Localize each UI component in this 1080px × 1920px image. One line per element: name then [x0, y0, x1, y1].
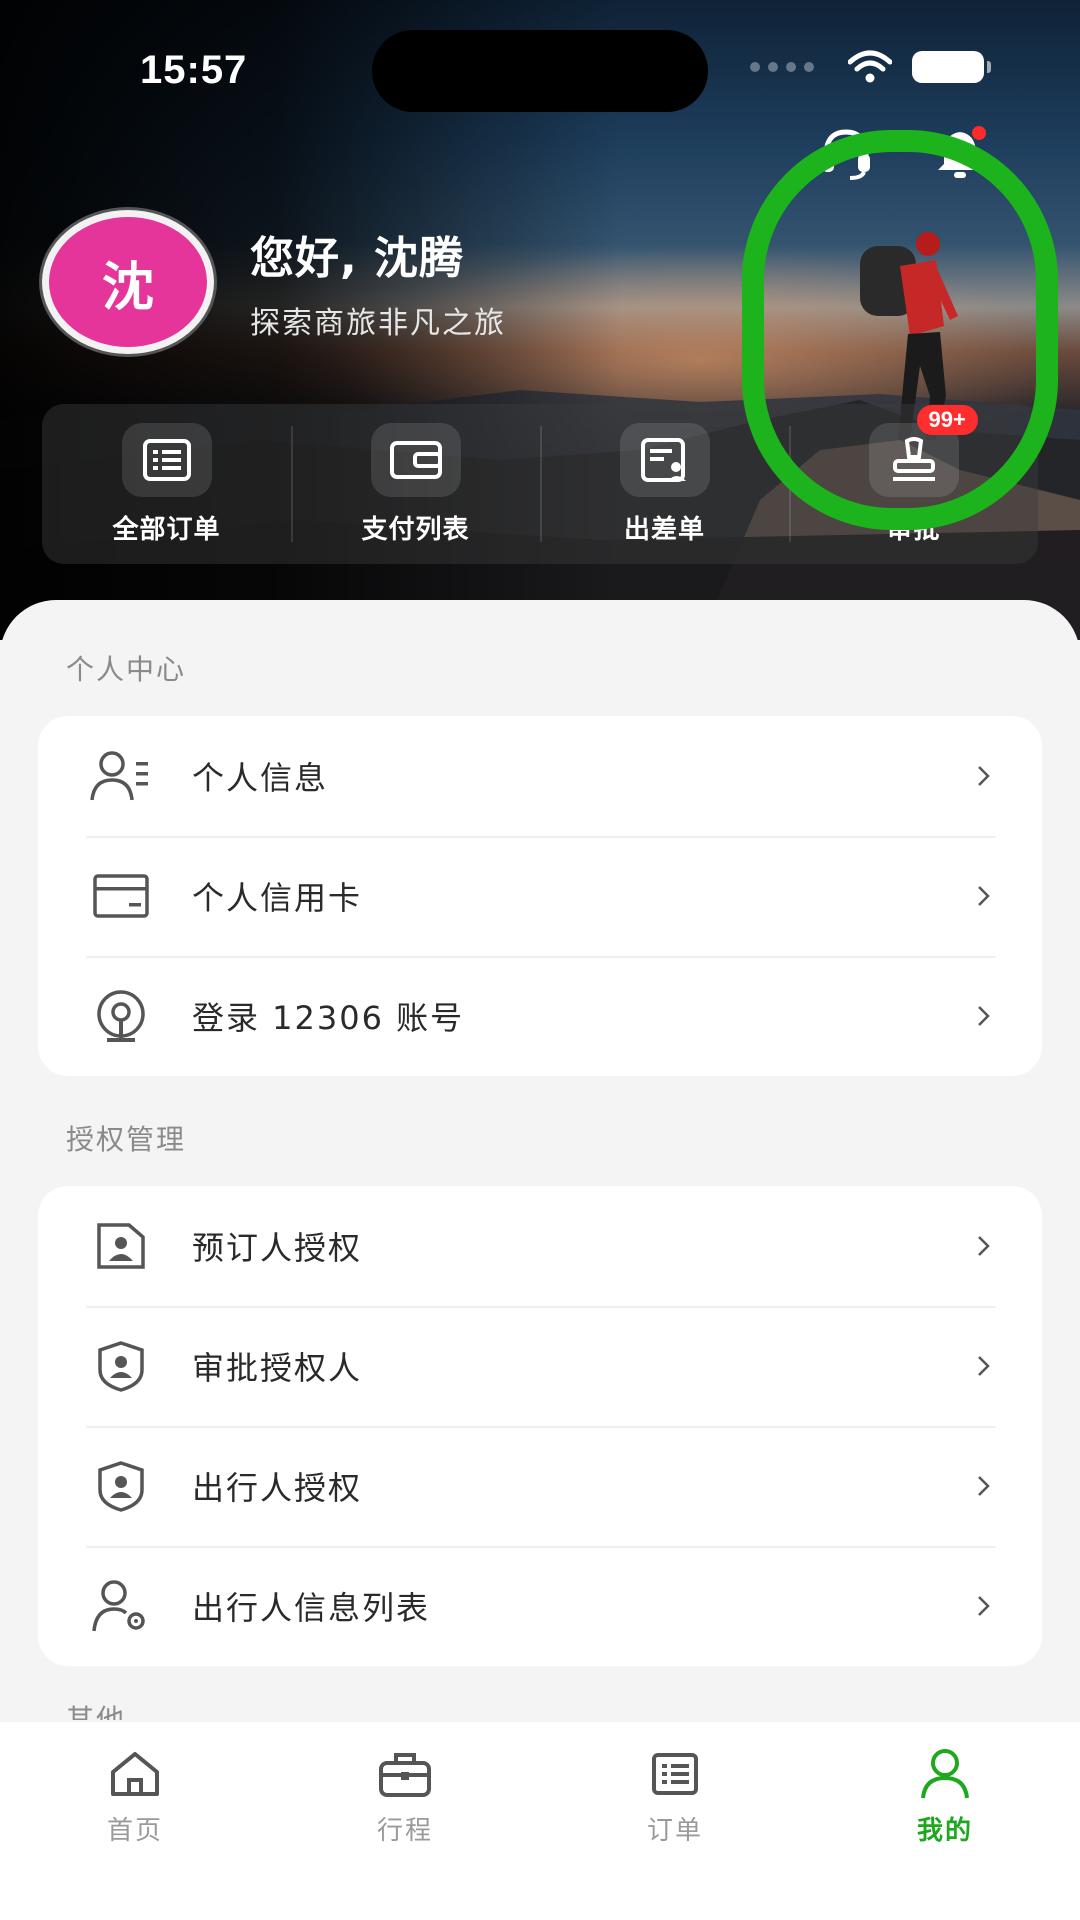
approval-badge: 99+	[916, 404, 978, 435]
tab-label: 首页	[106, 1816, 163, 1846]
signal-icon	[750, 62, 814, 72]
status-time: 15:57	[140, 48, 248, 92]
row-credit-card[interactable]: 个人信用卡	[38, 836, 1042, 956]
row-label: 审批授权人	[192, 1349, 363, 1387]
business-trip-form-icon	[640, 437, 686, 482]
bottom-tab-bar: 首页 行程 订单 我的	[0, 1722, 1080, 1920]
content-sheet: 个人中心 个人信息 个人信用卡 登录 12306 账号 授权管理 预订人授权 审…	[0, 600, 1080, 1720]
chevron-right-icon	[978, 1596, 990, 1616]
row-label: 出行人信息列表	[192, 1589, 431, 1627]
chevron-right-icon	[978, 886, 990, 906]
row-booker-authorization[interactable]: 预订人授权	[38, 1186, 1042, 1306]
notifications-button[interactable]	[932, 126, 988, 182]
customer-service-button[interactable]	[818, 126, 874, 182]
dynamic-island	[372, 30, 708, 112]
briefcase-icon	[379, 1753, 431, 1797]
authorization-card: 预订人授权 审批授权人 出行人授权 出行人信息列表	[38, 1186, 1042, 1666]
quick-label: 审批	[886, 514, 941, 545]
row-label: 预订人授权	[192, 1229, 363, 1267]
railway-icon	[97, 990, 145, 1042]
tab-home[interactable]: 首页	[0, 1722, 270, 1920]
tab-label: 订单	[646, 1816, 703, 1846]
quick-actions-panel: 全部订单 支付列表 出差单 99+ 审批	[42, 404, 1038, 564]
top-actions	[818, 126, 988, 182]
chevron-right-icon	[978, 1006, 990, 1026]
chevron-right-icon	[978, 766, 990, 786]
battery-icon	[912, 51, 991, 83]
row-label: 出行人授权	[192, 1469, 363, 1507]
row-label: 登录 12306 账号	[192, 999, 465, 1037]
home-icon	[111, 1752, 159, 1796]
status-icons	[750, 50, 991, 84]
chevron-right-icon	[978, 1236, 990, 1256]
tab-label: 我的	[916, 1816, 973, 1846]
tab-mine[interactable]: 我的	[810, 1722, 1080, 1920]
section-title-personal: 个人中心	[66, 653, 187, 686]
wifi-icon	[848, 50, 892, 83]
avatar[interactable]: 沈	[42, 210, 214, 354]
quick-label: 出差单	[623, 514, 705, 545]
approver-shield-icon	[98, 1341, 144, 1392]
wallet-icon	[389, 440, 442, 479]
section-title-other: 其他	[66, 1703, 127, 1720]
quick-all-orders[interactable]: 全部订单	[42, 404, 291, 564]
booker-id-icon	[97, 1223, 145, 1269]
quick-label: 全部订单	[112, 514, 221, 545]
chevron-right-icon	[978, 1356, 990, 1376]
chevron-right-icon	[978, 1476, 990, 1496]
tab-itinerary[interactable]: 行程	[270, 1722, 540, 1920]
section-title-authorization: 授权管理	[66, 1123, 187, 1156]
greeting-subtitle: 探索商旅非凡之旅	[250, 306, 506, 341]
order-list-icon	[142, 438, 191, 481]
row-12306-login[interactable]: 登录 12306 账号	[38, 956, 1042, 1076]
user-info-icon	[90, 751, 148, 801]
credit-card-icon	[93, 874, 149, 918]
notification-dot	[972, 126, 986, 140]
personal-center-card: 个人信息 个人信用卡 登录 12306 账号	[38, 716, 1042, 1076]
traveler-shield-icon	[98, 1461, 144, 1512]
quick-payment-list[interactable]: 支付列表	[291, 404, 540, 564]
quick-approval[interactable]: 99+ 审批	[789, 404, 1038, 564]
traveler-settings-icon	[92, 1580, 145, 1632]
row-label: 个人信用卡	[192, 879, 363, 917]
profile-block[interactable]: 沈 您好, 沈腾 探索商旅非凡之旅	[42, 210, 506, 354]
greeting-title: 您好, 沈腾	[250, 233, 465, 284]
hero-header: 15:57 沈 您好, 沈腾 探索商旅非凡之旅 全部订单 支付列表 出差单 99…	[0, 0, 1080, 640]
row-approver-authorization[interactable]: 审批授权人	[38, 1306, 1042, 1426]
quick-label: 支付列表	[361, 514, 470, 545]
approval-stamp-icon	[892, 436, 935, 481]
headset-icon	[822, 129, 870, 180]
order-icon	[652, 1753, 698, 1795]
row-personal-info[interactable]: 个人信息	[38, 716, 1042, 836]
profile-icon	[921, 1749, 969, 1799]
tab-orders[interactable]: 订单	[540, 1722, 810, 1920]
row-traveler-authorization[interactable]: 出行人授权	[38, 1426, 1042, 1546]
tab-label: 行程	[376, 1816, 433, 1846]
row-traveler-info-list[interactable]: 出行人信息列表	[38, 1546, 1042, 1666]
quick-business-trip[interactable]: 出差单	[540, 404, 789, 564]
row-label: 个人信息	[192, 759, 329, 797]
